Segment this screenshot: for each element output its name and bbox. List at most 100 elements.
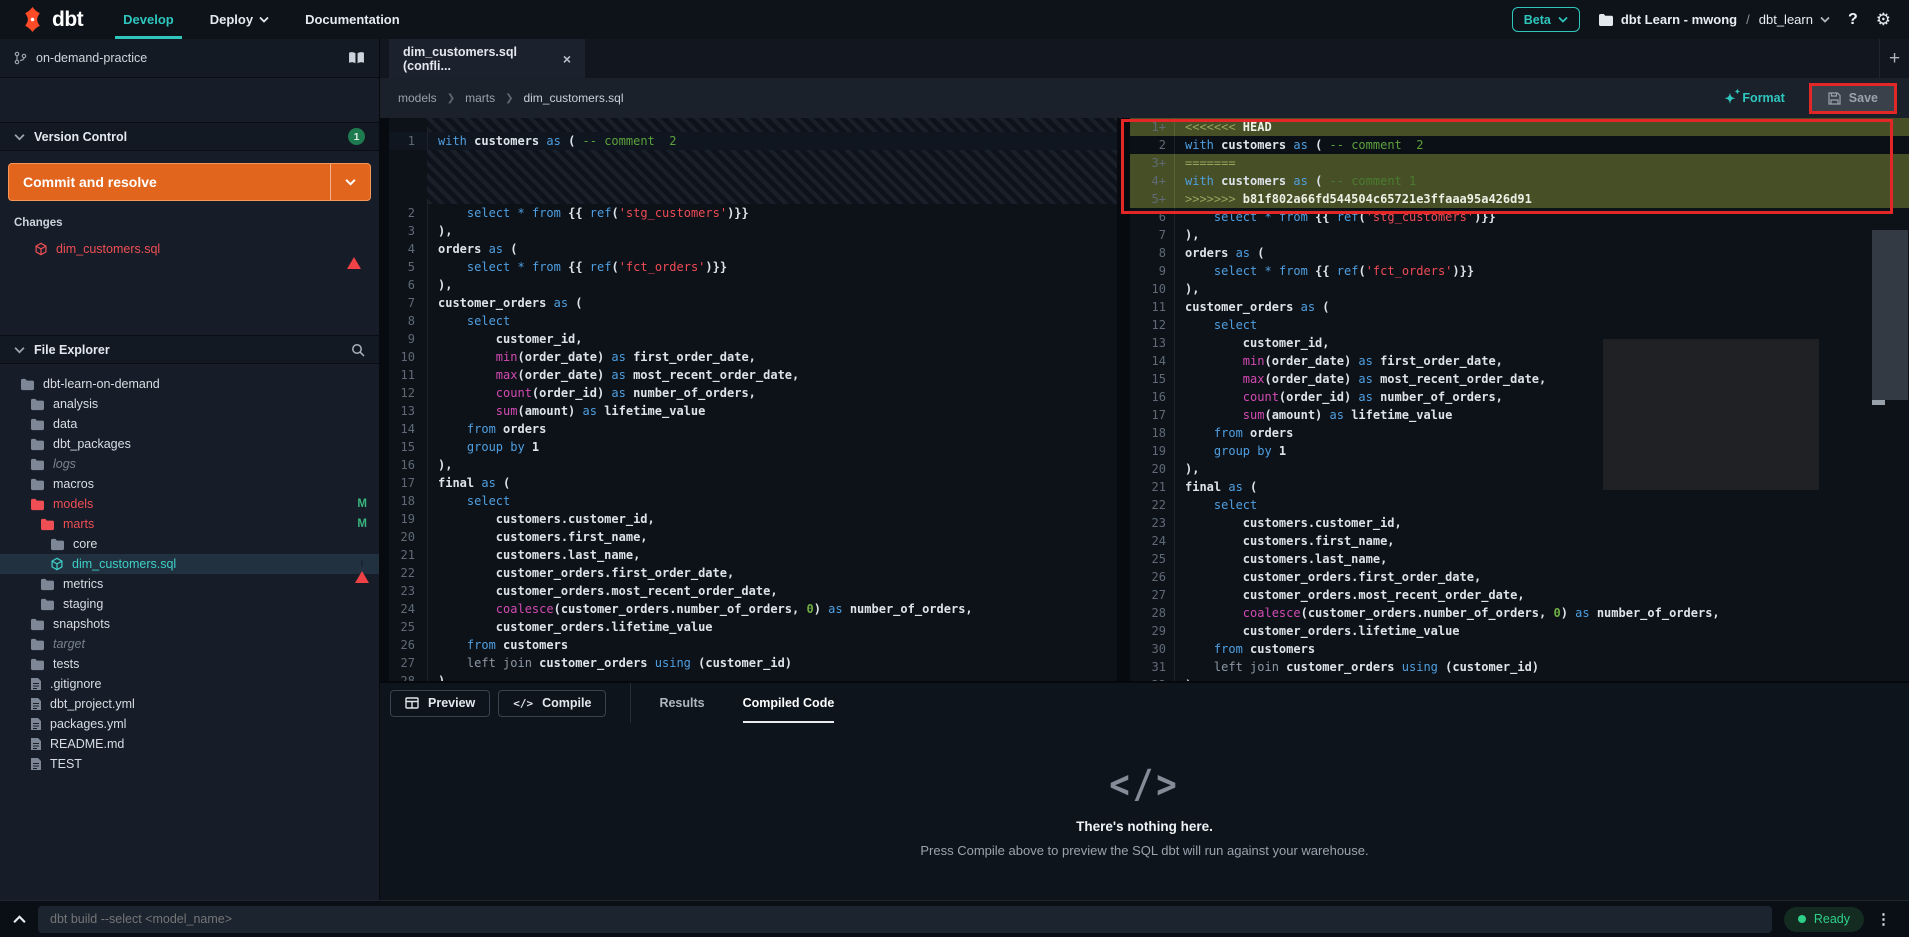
changed-file-dim-customers[interactable]: dim_customers.sql	[8, 239, 371, 259]
tree-item-test[interactable]: TEST	[0, 754, 379, 774]
breadcrumb-separator: /	[1744, 12, 1752, 27]
status-label: Ready	[1814, 912, 1850, 926]
file-icon	[30, 677, 42, 691]
folder-icon	[30, 658, 45, 671]
tree-item-analysis[interactable]: analysis	[0, 394, 379, 414]
file-explorer-header[interactable]: File Explorer	[0, 335, 379, 364]
tree-item-label: dbt_packages	[53, 437, 131, 451]
tree-item-tests[interactable]: tests	[0, 654, 379, 674]
code-line: 26 customer_orders.first_order_date,	[1130, 568, 1909, 586]
nav-deploy[interactable]: Deploy	[192, 0, 287, 39]
tab-label: dim_customers.sql (confli...	[403, 45, 553, 73]
code-line: 28)	[389, 672, 1117, 681]
code-line: 25 customer_orders.lifetime_value	[389, 618, 1117, 636]
tree-item-label: dbt_project.yml	[50, 697, 135, 711]
bottom-panel: Preview </> Compile Results Compiled Cod…	[380, 681, 1909, 900]
nav-documentation[interactable]: Documentation	[287, 0, 418, 39]
help-icon[interactable]: ?	[1848, 11, 1858, 29]
tree-item-core[interactable]: core	[0, 534, 379, 554]
code-brackets-icon: </>	[513, 697, 533, 710]
tree-item-metrics[interactable]: metrics	[0, 574, 379, 594]
editor-pane-left[interactable]: 1with customers as ( -- comment 22 selec…	[389, 118, 1117, 681]
code-line: 23 customers.customer_id,	[1130, 514, 1909, 532]
changes-count-badge: 1	[348, 128, 365, 145]
tree-item-marts[interactable]: martsM	[0, 514, 379, 534]
top-nav: dbt Develop Deploy Documentation Beta db…	[0, 0, 1909, 39]
preview-button[interactable]: Preview	[390, 690, 490, 717]
code-line: 4orders as (	[389, 240, 1117, 258]
code-line: 2 select * from {{ ref('stg_customers')}…	[389, 204, 1117, 222]
dbt-logo[interactable]: dbt	[0, 0, 105, 39]
tree-item-packages-yml[interactable]: packages.yml	[0, 714, 379, 734]
tree-item-target[interactable]: target	[0, 634, 379, 654]
version-control-title: Version Control	[34, 130, 127, 144]
code-line: 3),	[389, 222, 1117, 240]
tab-results[interactable]: Results	[659, 683, 704, 723]
code-line: 12 select	[1130, 316, 1909, 334]
breadcrumb-models[interactable]: models	[398, 91, 437, 105]
result-tabs: Results Compiled Code	[659, 683, 834, 723]
chevron-down-icon	[1820, 16, 1830, 23]
folder-icon	[30, 438, 45, 451]
branch-bar: on-demand-practice	[0, 39, 379, 78]
save-button[interactable]: Save	[1809, 83, 1897, 114]
project-selector[interactable]: dbt Learn - mwong / dbt_learn	[1598, 12, 1830, 27]
bottom-panel-header: Preview </> Compile Results Compiled Cod…	[380, 683, 1909, 723]
nav-develop[interactable]: Develop	[105, 0, 192, 39]
tree-item-label: marts	[63, 517, 94, 531]
compile-button[interactable]: </> Compile	[498, 690, 606, 717]
tree-item-snapshots[interactable]: snapshots	[0, 614, 379, 634]
docs-book-icon[interactable]	[348, 51, 365, 65]
tab-bar: dim_customers.sql (confli... × +	[380, 39, 1909, 78]
tree-item-models[interactable]: modelsM	[0, 494, 379, 514]
gear-icon[interactable]: ⚙	[1876, 10, 1891, 30]
tab-compiled-code[interactable]: Compiled Code	[743, 683, 835, 723]
tree-item-dbt-learn-on-demand[interactable]: dbt-learn-on-demand	[0, 374, 379, 394]
tree-item--gitignore[interactable]: .gitignore	[0, 674, 379, 694]
code-line: 9 select * from {{ ref('fct_orders')}}	[1130, 262, 1909, 280]
code-line: 15 group by 1	[389, 438, 1117, 456]
status-badge[interactable]: Ready	[1784, 907, 1864, 932]
tree-item-dim-customers-sql[interactable]: dim_customers.sql	[0, 554, 379, 574]
version-control-header[interactable]: Version Control 1	[0, 122, 379, 151]
code-line: 30 from customers	[1130, 640, 1909, 658]
code-line: 27 left join customer_orders using (cust…	[389, 654, 1117, 672]
commit-and-resolve-button[interactable]: Commit and resolve	[8, 163, 371, 201]
chevron-up-icon[interactable]	[0, 915, 38, 924]
main-nav: Develop Deploy Documentation	[105, 0, 418, 39]
tree-item-readme-md[interactable]: README.md	[0, 734, 379, 754]
commit-dropdown-caret[interactable]	[330, 164, 370, 200]
code-line: 1+<<<<<<< HEAD	[1130, 118, 1909, 136]
new-tab-button[interactable]: +	[1879, 39, 1909, 78]
pane-divider[interactable]	[1117, 118, 1130, 681]
kebab-menu-icon[interactable]: ⋮	[1876, 912, 1891, 927]
changes-label: Changes	[14, 217, 371, 229]
tree-item-label: README.md	[50, 737, 124, 751]
tree-item-data[interactable]: data	[0, 414, 379, 434]
tree-item-macros[interactable]: macros	[0, 474, 379, 494]
code-line: 9 customer_id,	[389, 330, 1117, 348]
code-line: 11 max(order_date) as most_recent_order_…	[389, 366, 1117, 384]
redacted-overlay	[1603, 339, 1819, 490]
code-line: 13 sum(amount) as lifetime_value	[389, 402, 1117, 420]
modified-badge: M	[357, 498, 367, 510]
breadcrumb: models ❯ marts ❯ dim_customers.sql	[398, 91, 624, 105]
tree-item-logs[interactable]: logs	[0, 454, 379, 474]
search-icon[interactable]	[351, 343, 365, 357]
command-input[interactable]	[38, 906, 1772, 933]
tree-item-staging[interactable]: staging	[0, 594, 379, 614]
tab-dim-customers[interactable]: dim_customers.sql (confli... ×	[389, 39, 585, 78]
format-button[interactable]: ✦ Format	[1725, 91, 1785, 105]
code-line: 28 coalesce(customer_orders.number_of_or…	[1130, 604, 1909, 622]
beta-badge[interactable]: Beta	[1512, 7, 1580, 32]
code-line: 22 select	[1130, 496, 1909, 514]
scrollbar-thumb[interactable]	[1872, 230, 1908, 400]
file-icon	[30, 717, 42, 731]
nav-right: Beta dbt Learn - mwong / dbt_learn ? ⚙	[1512, 0, 1909, 39]
breadcrumb-file[interactable]: dim_customers.sql	[523, 91, 623, 105]
breadcrumb-marts[interactable]: marts	[465, 91, 495, 105]
tree-item-dbt-packages[interactable]: dbt_packages	[0, 434, 379, 454]
code-line: 22 customer_orders.first_order_date,	[389, 564, 1117, 582]
tree-item-dbt-project-yml[interactable]: dbt_project.yml	[0, 694, 379, 714]
close-icon[interactable]: ×	[563, 51, 571, 67]
